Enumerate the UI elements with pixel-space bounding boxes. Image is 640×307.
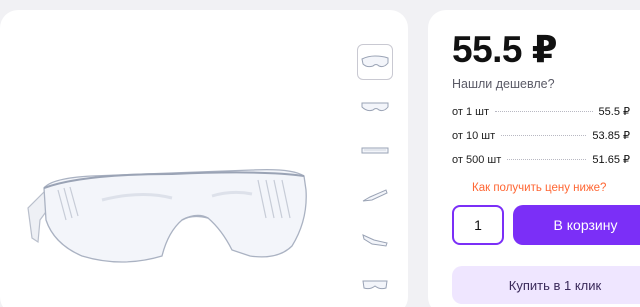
thumbnail[interactable] [357,267,393,303]
lower-price-link[interactable]: Как получить цену ниже? [472,182,606,194]
tier-dots [501,135,587,136]
thumbnail-list [357,44,395,307]
thumbnail[interactable] [357,222,393,258]
tier-dots [507,159,587,160]
price-tier-row: от 1 шт 55.5 ₽ [452,105,630,129]
quantity-input[interactable]: 1 [452,205,504,245]
tier-quantity: от 10 шт [452,130,496,142]
price-tier-row: от 10 шт 53.85 ₽ [452,129,630,153]
tier-dots [495,111,593,112]
thumbnail[interactable] [357,89,393,125]
product-main-image[interactable] [22,160,322,270]
product-gallery [0,10,408,307]
add-to-cart-button[interactable]: В корзину [513,205,640,245]
tier-price: 53.85 ₽ [592,130,630,142]
tier-price: 51.65 ₽ [592,154,630,166]
price-tiers: от 1 шт 55.5 ₽ от 10 шт 53.85 ₽ от 500 ш… [452,105,630,177]
thumbnail[interactable] [357,133,393,169]
thumbnail[interactable] [357,44,393,80]
tier-price: 55.5 ₽ [598,106,630,118]
tier-quantity: от 500 шт [452,154,502,166]
tier-quantity: от 1 шт [452,106,490,118]
buy-one-click-button[interactable]: Купить в 1 клик [452,266,640,304]
thumbnail[interactable] [357,178,393,214]
product-price: 55.5 ₽ [452,29,558,70]
buy-panel: 55.5 ₽ Нашли дешевле? от 1 шт 55.5 ₽ от … [428,10,640,307]
found-cheaper-link[interactable]: Нашли дешевле? [452,77,555,91]
price-tier-row: от 500 шт 51.65 ₽ [452,153,630,177]
